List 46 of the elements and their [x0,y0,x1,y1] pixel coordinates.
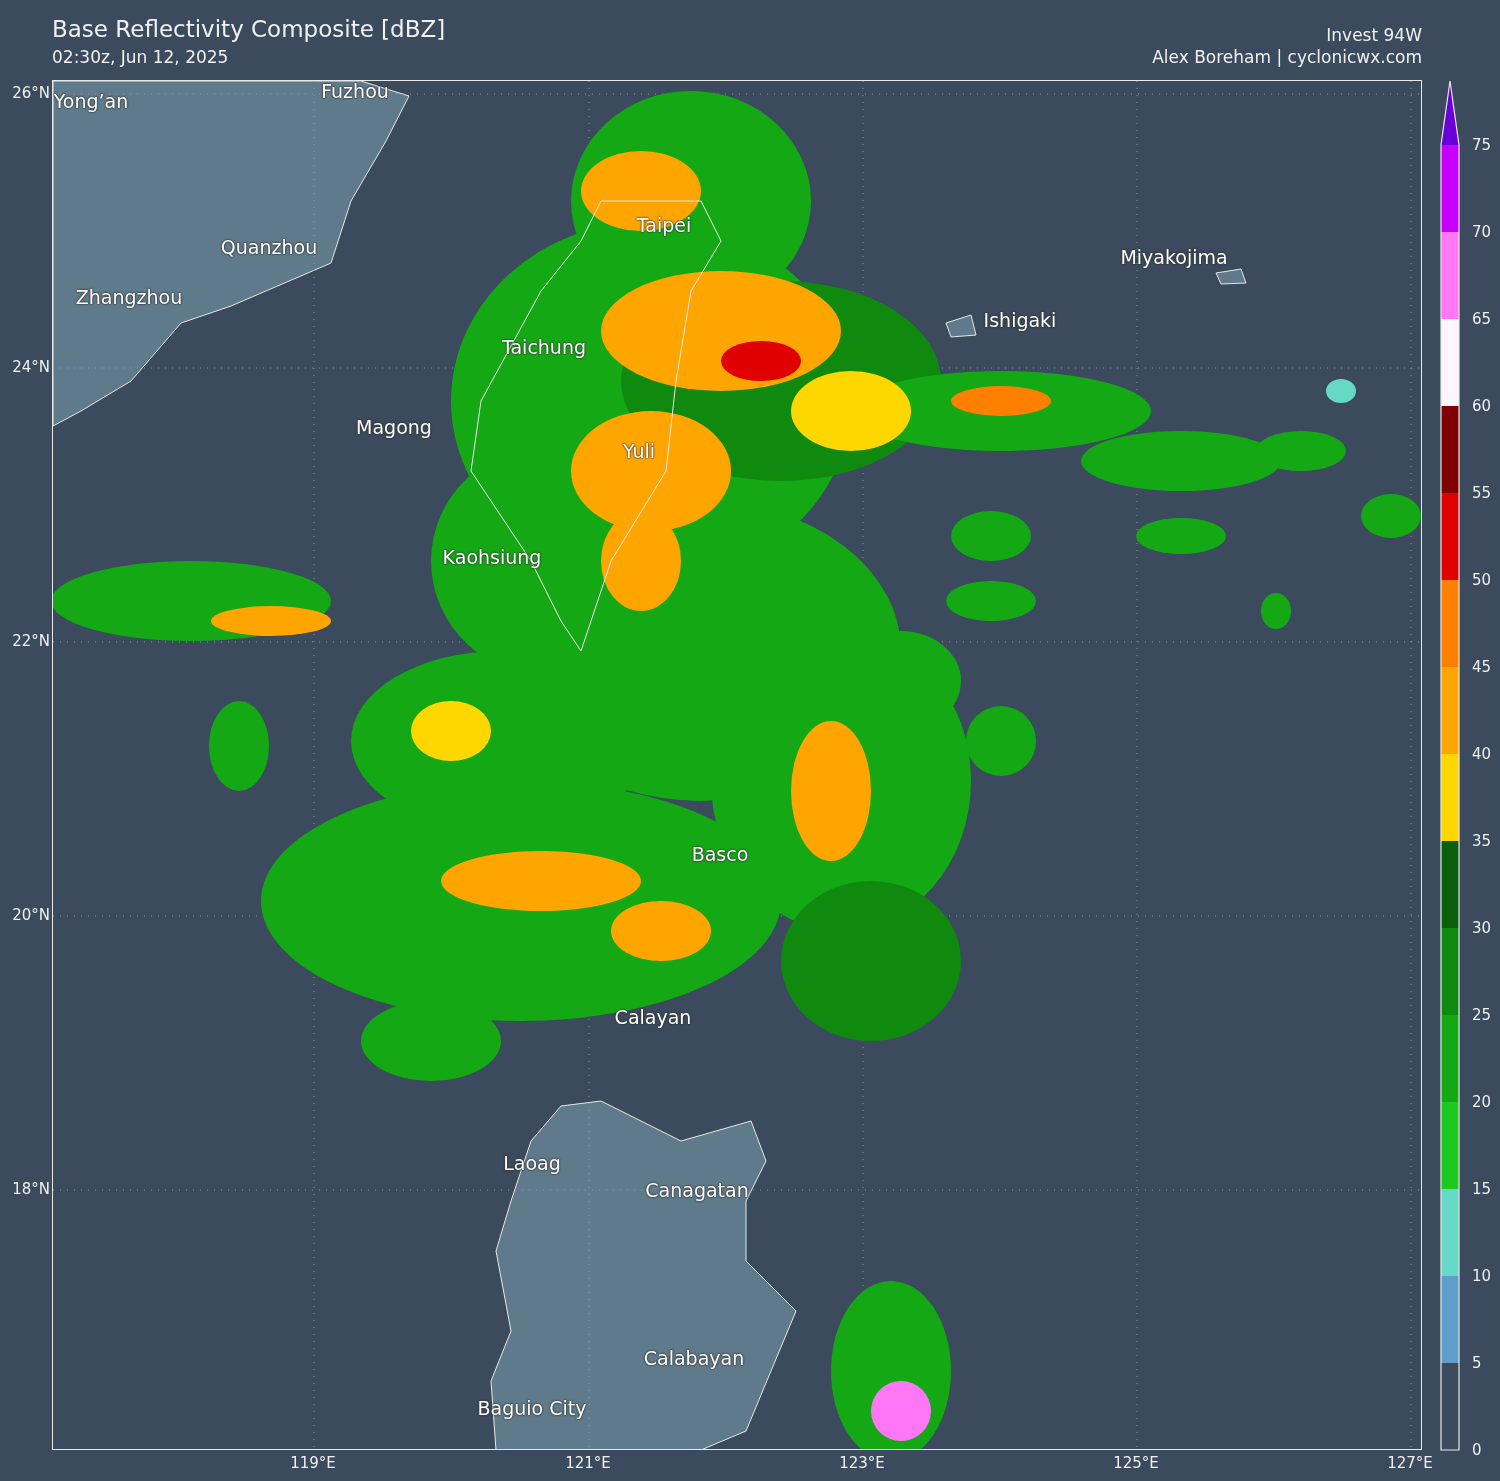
place-label: Ishigaki [983,309,1057,331]
place-label: Canagatan [645,1179,749,1201]
place-label: Yuli [623,440,655,462]
scale-label: 45 [1472,658,1492,676]
latitude-label: 20°N [12,906,50,924]
place-label: Basco [691,843,749,865]
place-label: Quanzhou [220,236,318,258]
place-label: Fuzhou [321,81,389,102]
place-label: Zhangzhou [75,286,183,308]
place-label: Laoag [503,1152,561,1174]
longitude-label: 125°E [1113,1454,1159,1472]
chart-subtitle: 02:30z, Jun 12, 2025 [52,46,230,69]
scale-label: 35 [1472,832,1492,850]
scale-label: 75 [1472,136,1492,154]
scale-label: 30 [1472,919,1492,937]
place-label: Kaohsiung [442,546,542,568]
storm-name: Invest 94W [1326,24,1422,46]
longitude-label: 127°E [1387,1454,1433,1472]
place-label: Yong’an [53,90,129,112]
latitude-label: 24°N [12,358,50,376]
scale-label: 65 [1472,310,1492,328]
place-label: Miyakojima [1120,246,1228,268]
scale-label: 70 [1472,223,1492,241]
scale-label: 15 [1472,1180,1492,1198]
scale-label: 60 [1472,397,1492,415]
latitude-label: 22°N [12,632,50,650]
scale-label: 5 [1472,1354,1482,1372]
scale-label: 25 [1472,1006,1492,1024]
scale-label: 0 [1472,1441,1482,1459]
longitude-label: 123°E [839,1454,885,1472]
chart-title: Base Reflectivity Composite [dBZ] [52,15,446,44]
longitude-label: 121°E [565,1454,611,1472]
place-label: Baguio City [477,1397,587,1419]
credit-text: Alex Boreham | cyclonicwx.com [1152,46,1422,68]
scale-label: 10 [1472,1267,1492,1285]
latitude-label: 26°N [12,84,50,102]
scale-label: 40 [1472,745,1492,763]
scale-label: 50 [1472,571,1492,589]
place-label: Taichung [502,336,586,358]
longitude-label: 119°E [290,1454,336,1472]
place-label: Magong [356,416,432,438]
scale-label: 55 [1472,484,1492,502]
scale-label: 20 [1472,1093,1492,1111]
latitude-label: 18°N [12,1180,50,1198]
place-label: Calayan [614,1006,692,1028]
place-label: Calabayan [643,1347,745,1369]
